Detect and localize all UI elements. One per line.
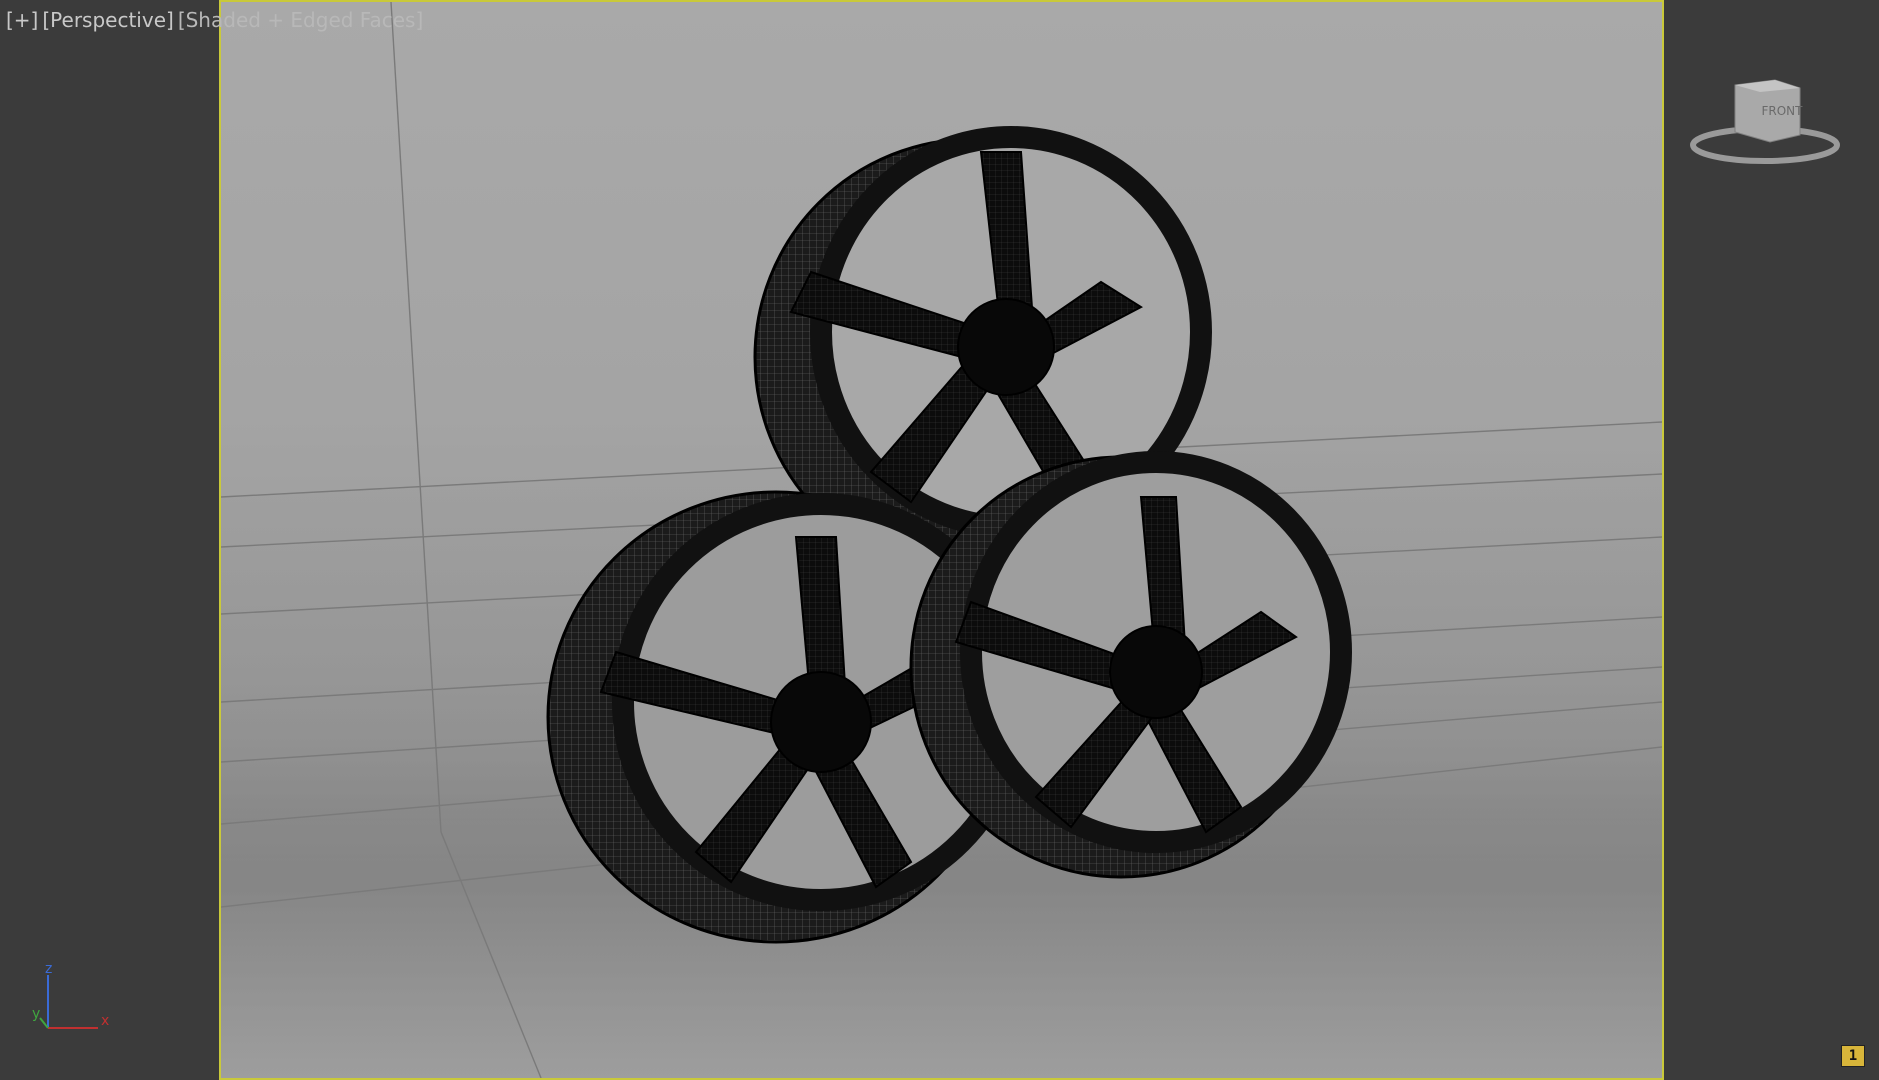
viewcube[interactable]: FRONT xyxy=(1690,70,1850,170)
safe-frame xyxy=(219,0,1664,1080)
viewcube-front-face[interactable]: FRONT xyxy=(1762,104,1804,118)
axis-x-label: x xyxy=(101,1013,109,1029)
viewport-menu-label[interactable]: [+] xyxy=(6,8,38,32)
axis-tripod: z x y xyxy=(32,961,109,1029)
axis-z-label: z xyxy=(45,961,52,977)
viewport[interactable]: [+][Perspective][Shaded + Edged Faces] xyxy=(0,0,1879,1080)
scene[interactable] xyxy=(221,2,1662,1078)
viewport-shading-label[interactable]: [Shaded + Edged Faces] xyxy=(178,8,423,32)
viewport-layout-indicator[interactable]: 1 xyxy=(1841,1045,1865,1067)
viewport-labels: [+] [Perspective] [Shaded + Edged Faces] xyxy=(6,8,427,32)
viewport-view-label[interactable]: [Perspective] xyxy=(42,8,173,32)
axis-y-label: y xyxy=(32,1006,40,1022)
